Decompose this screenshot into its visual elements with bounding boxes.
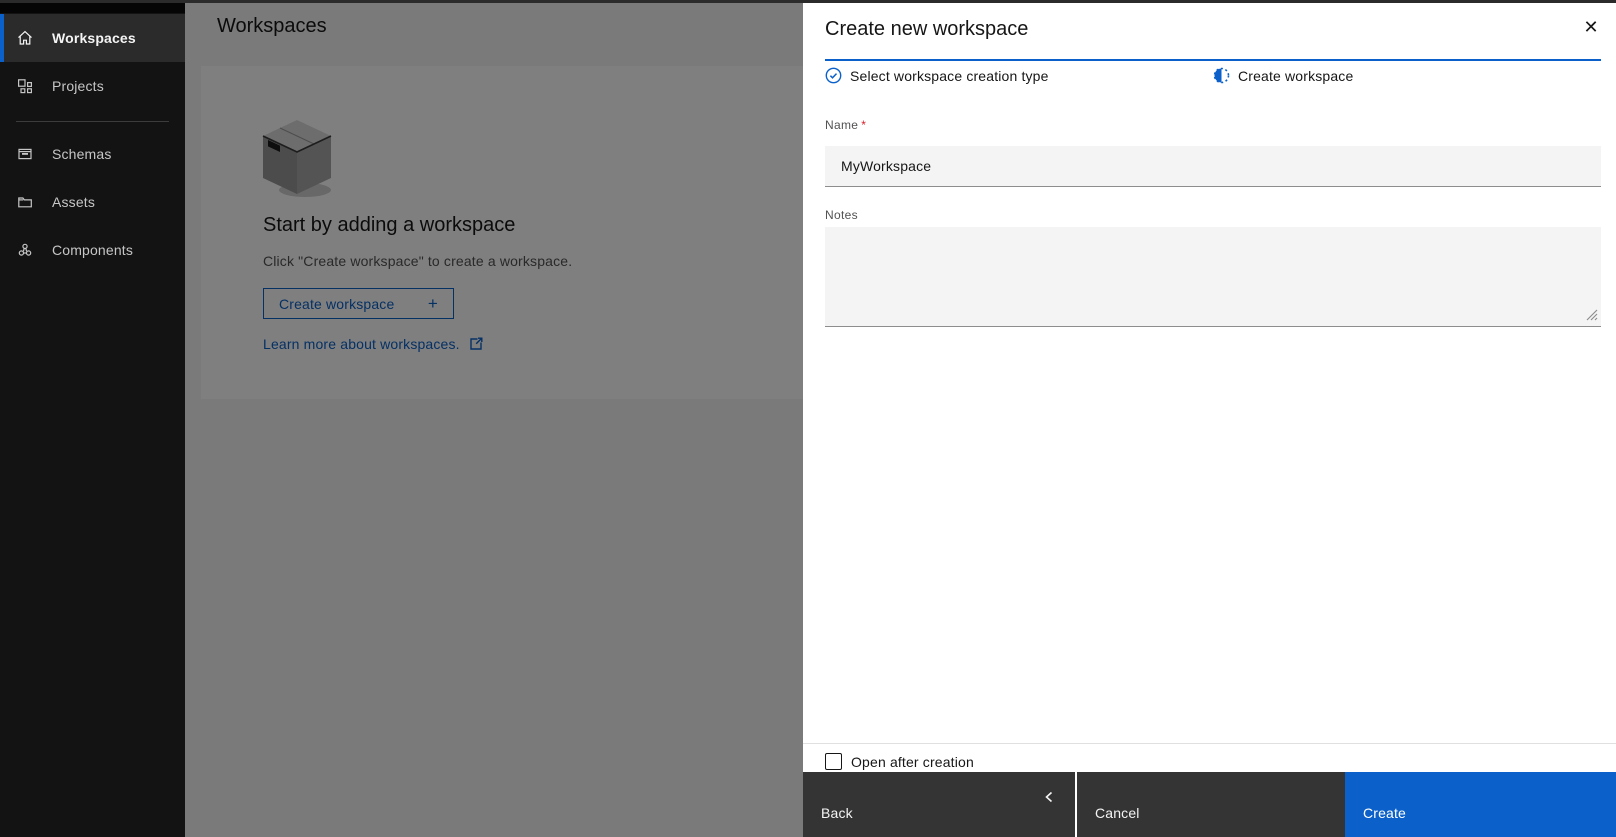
progress-step-create[interactable]: Create workspace	[1213, 67, 1353, 84]
panel-accent-rule	[825, 59, 1601, 61]
projects-icon	[17, 78, 33, 94]
assets-icon	[17, 194, 33, 210]
back-button[interactable]: Back	[803, 772, 1075, 837]
chevron-left-icon	[1045, 791, 1053, 803]
progress-step-label: Create workspace	[1238, 67, 1354, 84]
notes-field-label: Notes	[825, 208, 858, 222]
sidebar: Workspaces Projects Schemas Assets Compo…	[0, 0, 185, 837]
name-field-label: Name *	[825, 118, 867, 132]
schemas-icon	[17, 146, 33, 162]
sidebar-item-workspaces[interactable]: Workspaces	[0, 14, 185, 62]
step-current-icon	[1213, 67, 1230, 84]
back-button-label: Back	[821, 805, 853, 821]
sidebar-item-label: Schemas	[52, 146, 112, 162]
step-complete-icon	[825, 67, 842, 84]
sidebar-item-projects[interactable]: Projects	[0, 62, 185, 110]
close-icon[interactable]: ✕	[1577, 13, 1605, 41]
main-content: Workspaces Start by adding a workspace C…	[185, 0, 803, 837]
cancel-button-label: Cancel	[1095, 805, 1140, 821]
sidebar-divider	[16, 121, 169, 122]
create-workspace-panel: Create new workspace ✕ Select workspace …	[803, 0, 1616, 837]
required-asterisk: *	[861, 118, 867, 132]
name-input[interactable]	[825, 146, 1601, 187]
open-after-creation-label: Open after creation	[851, 754, 974, 770]
progress-step-select-type[interactable]: Select workspace creation type	[825, 67, 1049, 84]
sidebar-item-assets[interactable]: Assets	[0, 178, 185, 226]
footer-button-row: Back Cancel Create	[803, 772, 1616, 837]
notes-textarea[interactable]	[825, 227, 1601, 327]
cancel-button[interactable]: Cancel	[1077, 772, 1345, 837]
create-button[interactable]: Create	[1345, 772, 1616, 837]
sidebar-item-label: Workspaces	[52, 30, 136, 46]
sidebar-item-components[interactable]: Components	[0, 226, 185, 274]
sidebar-item-label: Components	[52, 242, 133, 258]
sidebar-item-label: Assets	[52, 194, 95, 210]
panel-title: Create new workspace	[825, 18, 1029, 40]
components-icon	[17, 242, 33, 258]
sidebar-item-schemas[interactable]: Schemas	[0, 130, 185, 178]
progress-step-label: Select workspace creation type	[850, 67, 1049, 84]
home-icon	[17, 30, 33, 46]
footer-divider	[803, 743, 1616, 744]
modal-overlay	[185, 0, 803, 837]
sidebar-item-label: Projects	[52, 78, 104, 94]
create-button-label: Create	[1363, 805, 1406, 821]
open-after-creation-checkbox[interactable]	[825, 753, 842, 770]
window-frame-top	[0, 0, 1616, 3]
